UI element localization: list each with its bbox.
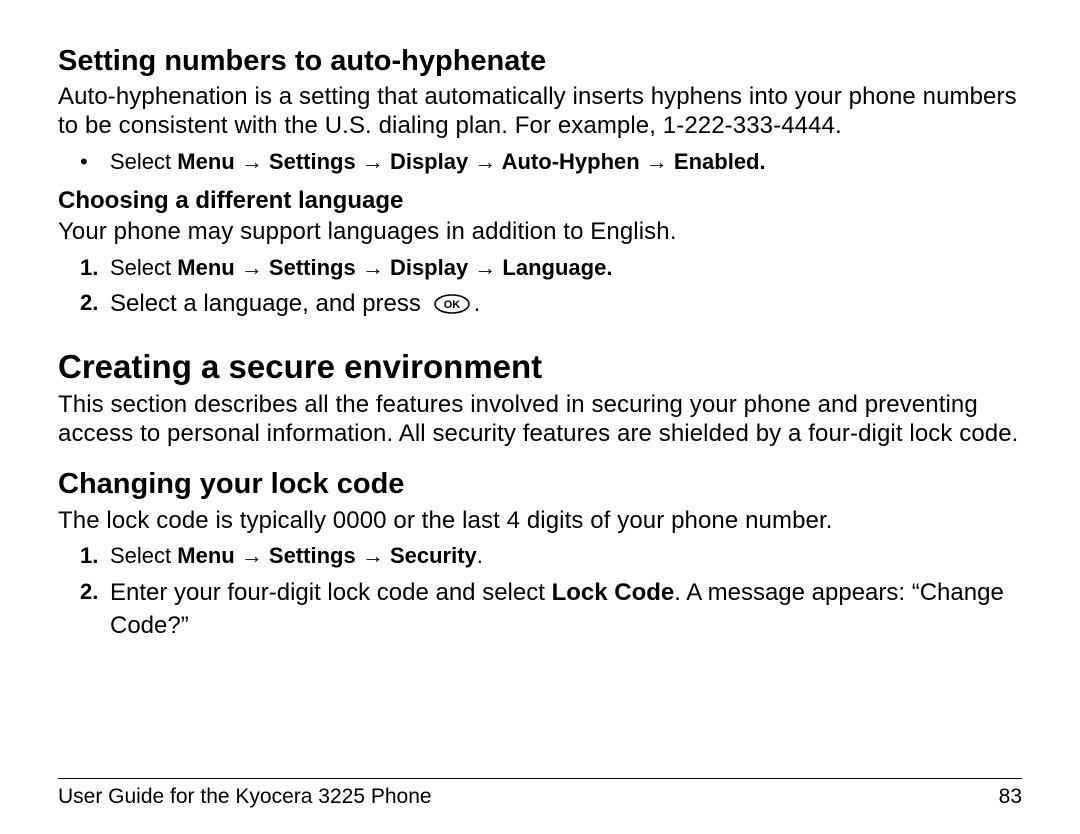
bullet-lead: Select (110, 149, 177, 174)
heading-auto-hyphenate: Setting numbers to auto-hyphenate (58, 43, 1022, 79)
step-menu-path: Menu → Settings → Security (177, 543, 477, 568)
step-menu-path: Menu → Settings → Display → Language. (177, 255, 612, 280)
step-tail: . (474, 290, 481, 317)
step-lead: Select a language, and press (110, 290, 428, 317)
step-lock-2: Enter your four-digit lock code and sele… (110, 577, 1022, 642)
step-text-a: Enter your four-digit lock code and sele… (110, 579, 552, 606)
heading-secure-environment: Creating a secure environment (58, 346, 1022, 387)
para-auto-hyphenate: Auto-hyphenation is a setting that autom… (58, 83, 1022, 141)
step-language-2: Select a language, and press OK. (110, 288, 1022, 323)
step-language-1: Select Menu → Settings → Display → Langu… (110, 253, 1022, 283)
ok-key-icon: OK (434, 291, 470, 323)
para-secure-environment: This section describes all the features … (58, 391, 1022, 449)
step-lead: Select (110, 255, 177, 280)
heading-lock-code: Changing your lock code (58, 466, 1022, 502)
heading-choose-language: Choosing a different language (58, 185, 1022, 216)
footer-title: User Guide for the Kyocera 3225 Phone (58, 785, 432, 809)
step-bold-lockcode: Lock Code (552, 579, 675, 606)
para-lock-code: The lock code is typically 0000 or the l… (58, 507, 1022, 536)
steps-choose-language: Select Menu → Settings → Display → Langu… (58, 253, 1022, 324)
step-lead: Select (110, 543, 177, 568)
bullet-list-auto-hyphen: Select Menu → Settings → Display → Auto-… (58, 147, 1022, 177)
footer-page-number: 83 (999, 785, 1022, 809)
document-page: Setting numbers to auto-hyphenate Auto-h… (0, 0, 1080, 834)
bullet-menu-path: Menu → Settings → Display → Auto-Hyphen … (177, 149, 765, 174)
para-choose-language: Your phone may support languages in addi… (58, 218, 1022, 247)
svg-text:OK: OK (443, 299, 460, 311)
page-footer: User Guide for the Kyocera 3225 Phone 83 (58, 778, 1022, 809)
step-lock-1: Select Menu → Settings → Security. (110, 541, 1022, 571)
bullet-auto-hyphen: Select Menu → Settings → Display → Auto-… (110, 147, 1022, 177)
steps-lock-code: Select Menu → Settings → Security. Enter… (58, 541, 1022, 641)
step-tail: . (477, 543, 483, 568)
